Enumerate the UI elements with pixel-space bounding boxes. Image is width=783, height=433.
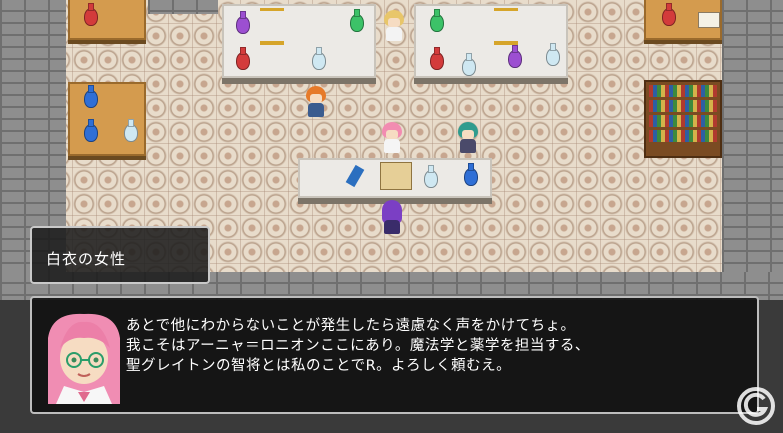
blue-potion-icon [84, 119, 98, 142]
blue-potion-icon [84, 85, 98, 108]
teal-haired-npc-sprite [456, 122, 480, 154]
scroll-icon [380, 162, 412, 190]
blonde-npc-sprite [382, 10, 406, 42]
glass-flask-icon [546, 43, 560, 66]
dialogue-window[interactable]: あとで他にわからないことが発生したら遠慮なく声をかけてちょ。 我こそはアーニャ＝… [30, 296, 759, 414]
green-potion-icon [430, 9, 444, 32]
dialogue-line: 我こそはアーニャ＝ロニオンここにあり。魔法学と薬学を担当する、 [126, 338, 590, 354]
right-stone-wall [722, 0, 783, 300]
speaker-name: 白衣の女性 [46, 250, 127, 268]
scales-icon [494, 8, 518, 45]
glass-flask-icon [424, 165, 438, 188]
pink-haired-woman-with-glasses-portrait [38, 308, 130, 404]
speaker-name-window: 白衣の女性 [30, 226, 210, 284]
dialogue-line: 聖グレイトンの智将とは私のことでR。よろしく頼むえ。 [126, 358, 512, 374]
dialogue-text: あとで他にわからないことが発生したら遠慮なく声をかけてちょ。 我こそはアーニャ＝… [126, 316, 590, 376]
glass-flask-icon [124, 119, 138, 142]
purple-potion-icon [236, 11, 250, 34]
desk-top-left [68, 0, 146, 40]
glass-flask-icon [312, 47, 326, 70]
pink-haired-npc-sprite [380, 122, 404, 154]
glass-flask-icon [462, 53, 476, 76]
red-potion-icon [236, 47, 250, 70]
red-potion-icon [430, 47, 444, 70]
player-character-sprite [380, 200, 404, 234]
desk-mid-left [68, 82, 146, 156]
red-potion-icon [84, 3, 98, 26]
gamer-logo-icon [737, 387, 775, 425]
orange-haired-npc-sprite [304, 86, 328, 118]
blue-potion-icon [464, 163, 478, 186]
scales-icon [260, 8, 284, 45]
dialogue-line: あとで他にわからないことが発生したら遠慮なく声をかけてちょ。 [126, 318, 576, 334]
green-potion-icon [350, 9, 364, 32]
bookshelf [644, 80, 722, 158]
purple-potion-icon [508, 45, 522, 68]
upper-stone-wall [148, 0, 218, 14]
open-book-icon [698, 12, 720, 28]
red-potion-icon [662, 3, 676, 26]
